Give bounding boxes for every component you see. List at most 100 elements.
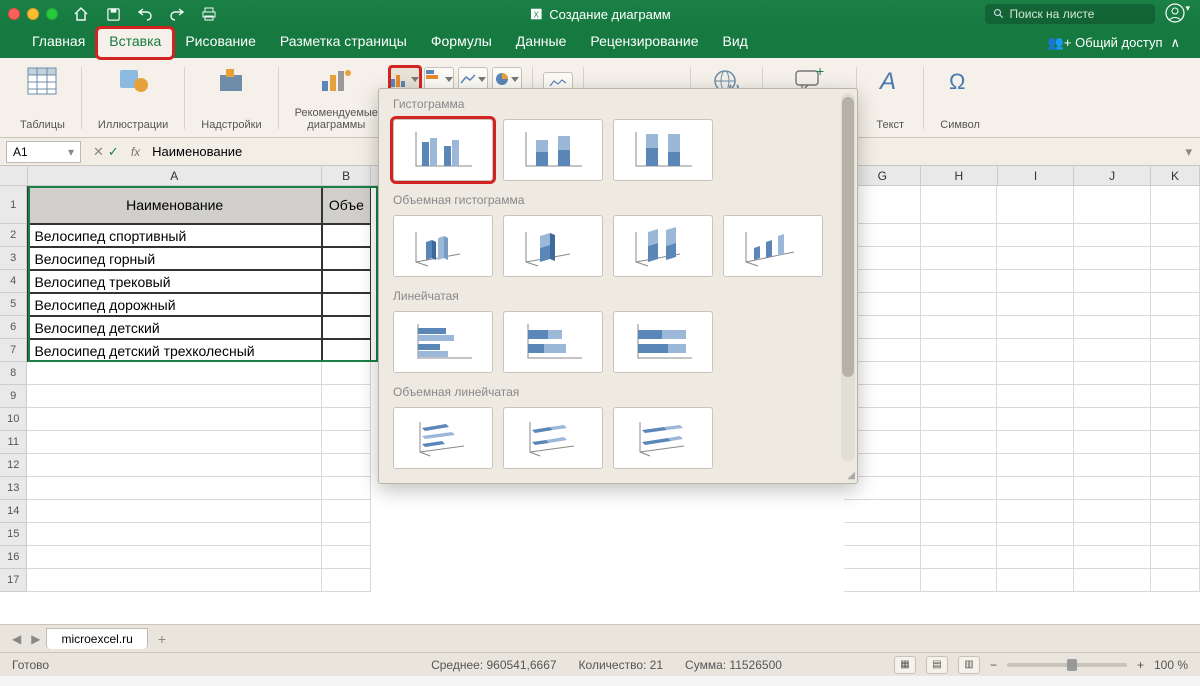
row-header-1[interactable]: 1 xyxy=(0,186,27,224)
col-header-b[interactable]: B xyxy=(322,166,371,185)
maximize-window[interactable] xyxy=(46,8,58,20)
chart-stacked-bar[interactable] xyxy=(503,311,603,373)
group-illustrations[interactable]: Иллюстрации xyxy=(92,64,174,132)
cell-a3[interactable]: Велосипед горный xyxy=(27,247,321,270)
home-icon[interactable] xyxy=(70,3,92,25)
select-all-corner[interactable] xyxy=(0,166,28,185)
chart-3d-stacked-column[interactable] xyxy=(503,215,603,277)
print-icon[interactable] xyxy=(198,3,220,25)
row-header-6[interactable]: 6 xyxy=(0,316,27,339)
group-tables[interactable]: Таблицы xyxy=(14,64,71,132)
chart-3d-column[interactable] xyxy=(723,215,823,277)
tab-insert[interactable]: Вставка xyxy=(97,28,173,58)
redo-icon[interactable] xyxy=(166,3,188,25)
cancel-formula-icon[interactable]: ✕ xyxy=(93,144,104,160)
add-sheet-button[interactable]: + xyxy=(150,631,174,647)
chart-3d-clustered-column[interactable] xyxy=(393,215,493,277)
row-header-2[interactable]: 2 xyxy=(0,224,27,247)
chart-type-dropdown: Гистограмма Объемная гистограмма Линейча… xyxy=(378,88,858,484)
sheet-tabs-bar: ◀ ▶ microexcel.ru + xyxy=(0,624,1200,652)
row-header-4[interactable]: 4 xyxy=(0,270,27,293)
excel-doc-icon: X xyxy=(529,7,543,21)
group-recommended-charts[interactable]: Рекомендуемые диаграммы xyxy=(289,64,384,132)
save-icon[interactable] xyxy=(102,3,124,25)
addins-icon xyxy=(214,64,248,98)
view-page-break-button[interactable]: ▥ xyxy=(958,656,980,674)
dd-section-3d-bar: Объемная линейчатая xyxy=(379,377,857,403)
row-header-5[interactable]: 5 xyxy=(0,293,27,316)
group-addins[interactable]: Надстройки xyxy=(195,64,267,132)
col-header-h[interactable]: H xyxy=(921,166,998,185)
chart-100-stacked-bar[interactable] xyxy=(613,311,713,373)
dropdown-scrollbar[interactable] xyxy=(841,93,855,461)
user-icon[interactable]: ▾ xyxy=(1165,3,1190,26)
collapse-ribbon-icon[interactable]: ∧ xyxy=(1170,35,1180,51)
col-header-a[interactable]: A xyxy=(28,166,323,185)
svg-text:Ω: Ω xyxy=(949,69,965,94)
tab-review[interactable]: Рецензирование xyxy=(578,28,710,58)
name-box[interactable]: A1▾ xyxy=(6,141,81,163)
text-icon: A xyxy=(873,64,907,98)
cell-a5[interactable]: Велосипед дорожный xyxy=(27,293,321,316)
cell-a2[interactable]: Велосипед спортивный xyxy=(27,224,321,247)
svg-text:+: + xyxy=(816,68,824,79)
zoom-slider[interactable] xyxy=(1007,663,1127,667)
search-input[interactable]: Поиск на листе xyxy=(985,4,1155,24)
minimize-window[interactable] xyxy=(27,8,39,20)
tab-formulas[interactable]: Формулы xyxy=(419,28,504,58)
status-count: Количество: 21 xyxy=(579,658,663,672)
recommended-charts-icon xyxy=(319,64,353,98)
chart-3d-100-stacked-bar[interactable] xyxy=(613,407,713,469)
sheet-nav-next[interactable]: ▶ xyxy=(27,632,44,646)
col-header-i[interactable]: I xyxy=(998,166,1075,185)
chart-stacked-column[interactable] xyxy=(503,119,603,181)
undo-icon[interactable] xyxy=(134,3,156,25)
tab-data[interactable]: Данные xyxy=(504,28,579,58)
zoom-out-button[interactable]: − xyxy=(990,658,997,672)
group-symbol[interactable]: Ω Символ xyxy=(934,64,986,132)
ribbon-right: 👥+ Общий доступ ∧ xyxy=(1048,28,1180,58)
share-button[interactable]: 👥+ Общий доступ xyxy=(1048,35,1163,51)
cell-a7[interactable]: Велосипед детский трехколесный xyxy=(27,339,321,362)
close-window[interactable] xyxy=(8,8,20,20)
group-text[interactable]: A Текст xyxy=(867,64,913,132)
chart-3d-clustered-bar[interactable] xyxy=(393,407,493,469)
tab-page-layout[interactable]: Разметка страницы xyxy=(268,28,419,58)
chart-100-stacked-column[interactable] xyxy=(613,119,713,181)
status-sum: Сумма: 11526500 xyxy=(685,658,782,672)
tab-draw[interactable]: Рисование xyxy=(173,28,268,58)
row-header-7[interactable]: 7 xyxy=(0,339,27,362)
symbol-icon: Ω xyxy=(943,64,977,98)
zoom-in-button[interactable]: + xyxy=(1137,658,1144,672)
dropdown-resize-handle[interactable]: ◢ xyxy=(847,470,855,481)
illustrations-icon xyxy=(116,64,150,98)
table-icon xyxy=(25,64,59,98)
titlebar: X Создание диаграмм Поиск на листе ▾ xyxy=(0,0,1200,28)
cell-a4[interactable]: Велосипед трековый xyxy=(27,270,321,293)
chart-3d-stacked-bar[interactable] xyxy=(503,407,603,469)
sheet-nav-prev[interactable]: ◀ xyxy=(8,632,25,646)
cell-b1[interactable]: Объе xyxy=(322,186,371,224)
cell-a6[interactable]: Велосипед детский xyxy=(27,316,321,339)
svg-text:X: X xyxy=(534,11,540,20)
col-header-j[interactable]: J xyxy=(1074,166,1151,185)
chart-3d-100-stacked-column[interactable] xyxy=(613,215,713,277)
view-normal-button[interactable]: ▦ xyxy=(894,656,916,674)
view-page-layout-button[interactable]: ▤ xyxy=(926,656,948,674)
chart-clustered-column[interactable] xyxy=(393,119,493,181)
sheet-tab-1[interactable]: microexcel.ru xyxy=(46,628,147,649)
window-controls xyxy=(8,8,58,20)
zoom-level[interactable]: 100 % xyxy=(1154,658,1188,672)
search-placeholder: Поиск на листе xyxy=(1009,7,1094,21)
chart-clustered-bar[interactable] xyxy=(393,311,493,373)
status-ready: Готово xyxy=(12,658,49,672)
svg-text:A: A xyxy=(878,68,896,95)
tab-home[interactable]: Главная xyxy=(20,28,97,58)
confirm-formula-icon[interactable]: ✓ xyxy=(108,144,119,160)
tab-view[interactable]: Вид xyxy=(711,28,760,58)
row-header-3[interactable]: 3 xyxy=(0,247,27,270)
fx-label: fx xyxy=(131,145,140,159)
dd-section-histogram: Гистограмма xyxy=(379,89,857,115)
cell-a1[interactable]: Наименование xyxy=(27,186,321,224)
col-header-k[interactable]: K xyxy=(1151,166,1200,185)
